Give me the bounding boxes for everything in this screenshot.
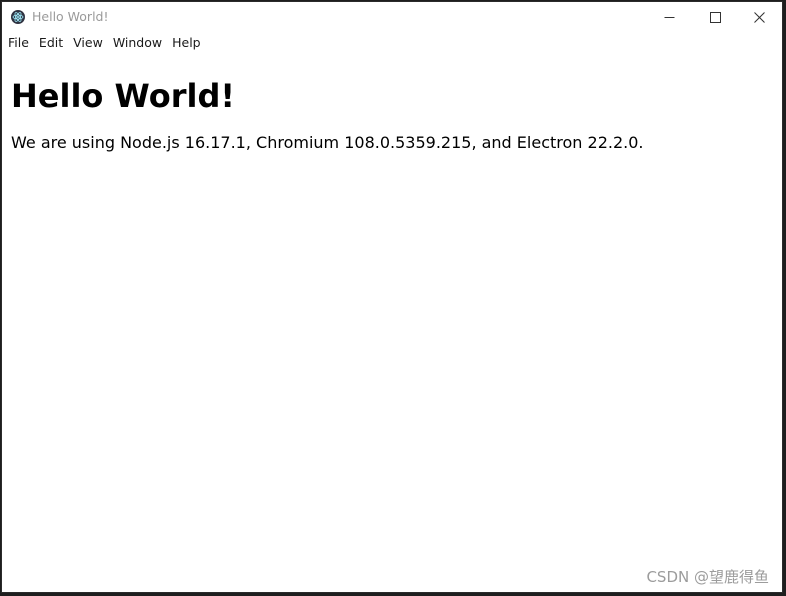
minimize-icon [664, 16, 674, 18]
page-heading: Hello World! [11, 77, 235, 115]
watermark-text: CSDN @望鹿得鱼 [646, 568, 769, 586]
minimize-button[interactable] [646, 2, 692, 32]
window-title: Hello World! [32, 9, 109, 24]
close-icon [753, 11, 765, 23]
electron-icon [11, 10, 25, 24]
app-window: Hello World! File Edit View Window Help … [1, 1, 783, 593]
menu-item-window[interactable]: Window [108, 32, 167, 54]
title-bar[interactable]: Hello World! [2, 2, 782, 32]
menu-item-edit[interactable]: Edit [34, 32, 68, 54]
close-button[interactable] [736, 2, 782, 32]
maximize-button[interactable] [692, 2, 738, 32]
version-info-text: We are using Node.js 16.17.1, Chromium 1… [11, 133, 644, 152]
page-content: Hello World! We are using Node.js 16.17.… [11, 74, 772, 154]
menu-item-file[interactable]: File [2, 32, 34, 54]
menu-item-help[interactable]: Help [167, 32, 206, 54]
menu-bar: File Edit View Window Help [2, 32, 782, 54]
maximize-icon [709, 11, 721, 23]
menu-item-view[interactable]: View [68, 32, 108, 54]
